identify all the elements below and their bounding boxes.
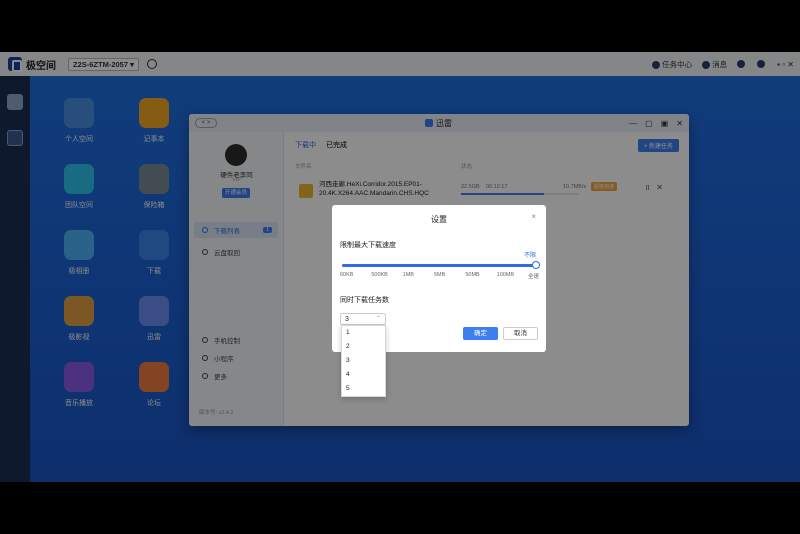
dropdown-option[interactable]: 2 <box>342 340 385 354</box>
speed-value-label: 不限 <box>523 253 536 259</box>
speed-slider-fill <box>342 264 536 267</box>
select-value: 3 <box>345 316 349 323</box>
tasks-dropdown: 12345 <box>341 325 386 397</box>
speed-tick-label[interactable]: 100MB <box>497 272 514 278</box>
dropdown-option[interactable]: 3 <box>342 354 385 368</box>
speed-tick-label[interactable]: 60KB <box>340 272 353 278</box>
dropdown-option[interactable]: 1 <box>342 326 385 340</box>
speed-tick-label[interactable]: 1MB <box>403 272 414 278</box>
speed-slider[interactable] <box>342 261 540 269</box>
speed-tick-label[interactable]: 5MB <box>434 272 445 278</box>
close-icon[interactable]: × <box>531 212 536 221</box>
speed-tick-label[interactable]: 全速 <box>528 272 539 280</box>
speed-limit-label: 限制最大下载速度 <box>340 242 396 249</box>
chevron-down-icon: ⌃ <box>375 316 381 322</box>
concurrent-tasks-label: 同时下载任务数 <box>340 297 389 304</box>
concurrent-tasks-select[interactable]: 3 ⌃ <box>340 313 386 325</box>
speed-tick-label[interactable]: 500KB <box>371 272 388 278</box>
dialog-title: 设置 <box>431 215 447 224</box>
dropdown-option[interactable]: 4 <box>342 368 385 382</box>
speed-slider-handle[interactable] <box>532 261 540 269</box>
cancel-button[interactable]: 取消 <box>503 327 538 340</box>
letterbox-bottom <box>0 482 800 534</box>
ok-button[interactable]: 确定 <box>463 327 498 340</box>
speed-tick-label[interactable]: 50MB <box>465 272 479 278</box>
dropdown-option[interactable]: 5 <box>342 382 385 396</box>
screen: 极空间 Z2S-6ZTM-2057 ▾ 任务中心 消息 ▪ ▫ ✕ 个人空间 记事… <box>0 0 800 534</box>
